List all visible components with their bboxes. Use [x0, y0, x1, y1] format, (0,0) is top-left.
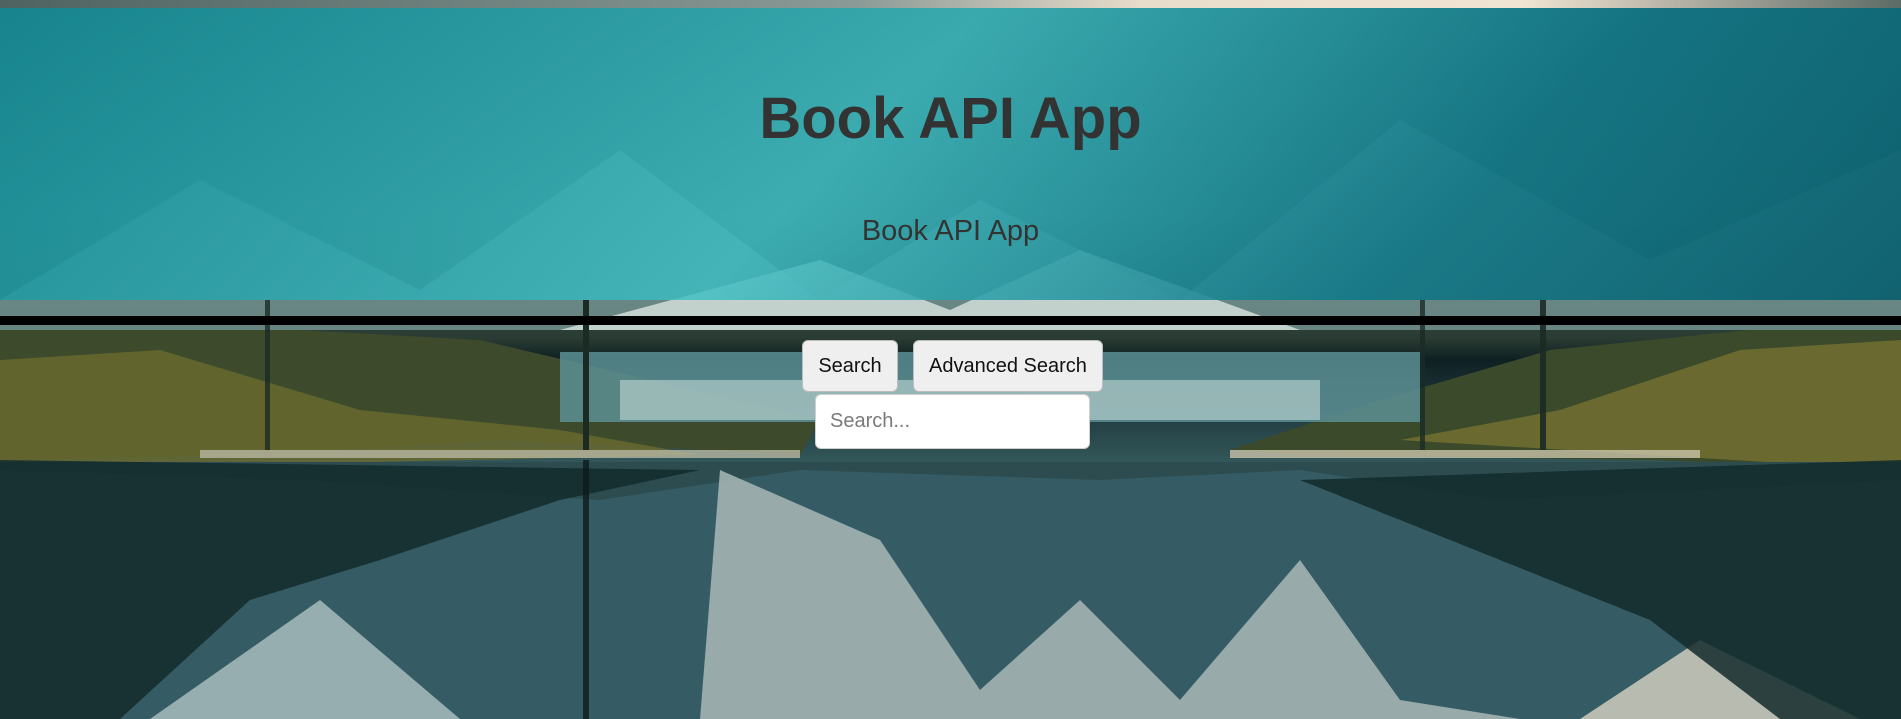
- search-button[interactable]: Search: [802, 340, 898, 392]
- page-title: Book API App: [759, 86, 1142, 151]
- page-subtitle: Book API App: [861, 215, 1040, 247]
- top-strip: [0, 0, 1901, 8]
- search-input[interactable]: [815, 394, 1090, 449]
- header-divider: [0, 316, 1901, 325]
- app-header: Book API App Book API App: [0, 8, 1901, 300]
- advanced-search-button[interactable]: Advanced Search: [913, 340, 1103, 392]
